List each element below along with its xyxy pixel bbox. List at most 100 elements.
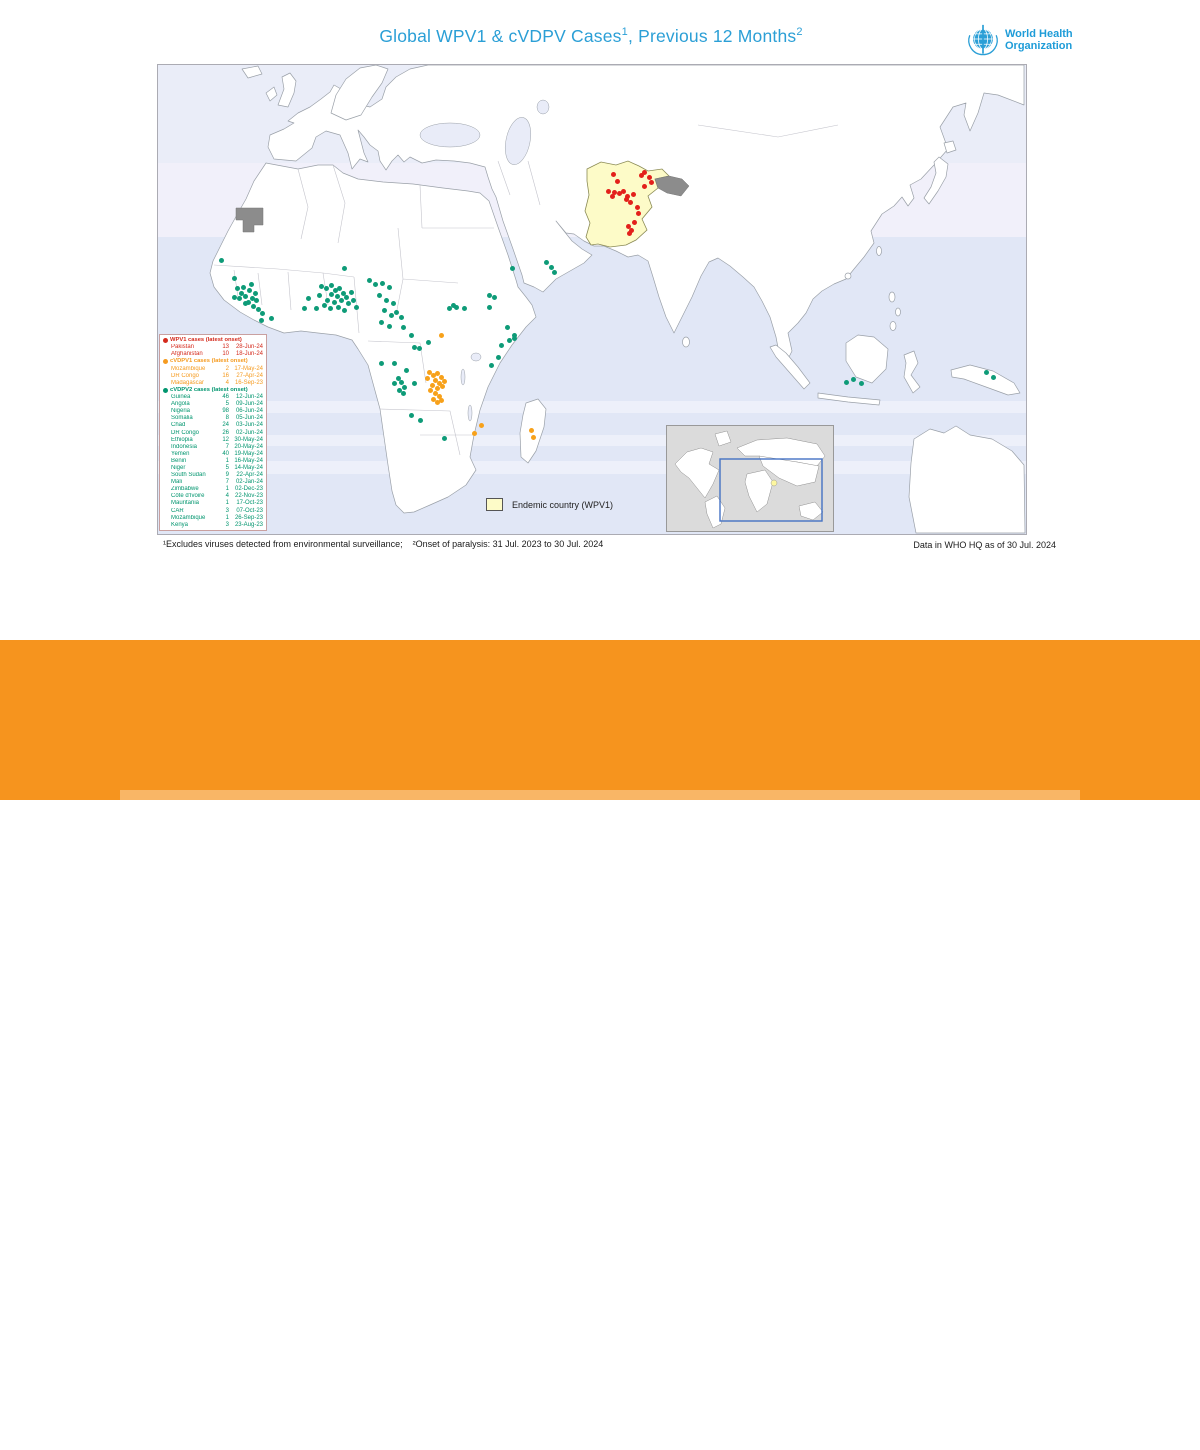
- case-dot-wpv1: [615, 179, 620, 184]
- case-dot-wpv1: [627, 231, 632, 236]
- legend-row: Afghanistan1018-Jun-24: [163, 351, 263, 358]
- case-dot-cvdpv2: [322, 303, 327, 308]
- case-dot-wpv1: [617, 191, 622, 196]
- case-dot-wpv1: [636, 211, 641, 216]
- case-dot-cvdpv2: [324, 286, 329, 291]
- legend-row: Kenya323-Aug-23: [163, 522, 263, 529]
- polio-logo-stack-line: INITIATIVE: [246, 1387, 340, 1406]
- case-dot-cvdpv2: [380, 281, 385, 286]
- case-dot-cvdpv2: [544, 260, 549, 265]
- case-dot-cvdpv2: [392, 361, 397, 366]
- who-logo-line2: Organization: [1005, 40, 1073, 52]
- case-dot-cvdpv2: [251, 304, 256, 309]
- polio-logo-stack: GLOBAL ERADICATION INITIATIVE: [238, 1346, 377, 1406]
- case-dot-cvdpv1: [479, 423, 484, 428]
- legend-row: Somalia805-Jun-24: [163, 415, 263, 422]
- case-dot-cvdpv2: [302, 306, 307, 311]
- case-dot-cvdpv2: [510, 266, 515, 271]
- case-dot-cvdpv2: [259, 318, 264, 323]
- case-dot-cvdpv2: [404, 368, 409, 373]
- case-dot-cvdpv2: [412, 381, 417, 386]
- case-dot-cvdpv2: [344, 295, 349, 300]
- case-dot-wpv1: [631, 192, 636, 197]
- case-dot-cvdpv2: [496, 355, 501, 360]
- case-dot-cvdpv1: [425, 376, 430, 381]
- polio-logo-stack-line: GLOBAL: [246, 1346, 340, 1365]
- case-dot-cvdpv2: [329, 283, 334, 288]
- legend-dot-icon: [163, 338, 168, 343]
- legend-dot-icon: [163, 359, 168, 364]
- polio-logo-word: POLIO: [128, 1346, 187, 1404]
- legend-row: South Sudan922-Apr-24: [163, 472, 263, 479]
- inset-locator-map: [666, 425, 834, 532]
- map-legend: WPV1 cases (latest onset)Pakistan1328-Ju…: [159, 334, 267, 531]
- case-dot-cvdpv1: [440, 384, 445, 389]
- legend-row: Mauritania117-Oct-23: [163, 500, 263, 507]
- case-dot-cvdpv2: [384, 298, 389, 303]
- case-dot-cvdpv2: [487, 293, 492, 298]
- case-dot-cvdpv2: [219, 258, 224, 263]
- case-dot-cvdpv2: [332, 300, 337, 305]
- legend-row: Côte d'Ivoire422-Nov-23: [163, 493, 263, 500]
- case-dot-cvdpv2: [336, 305, 341, 310]
- footer-address-line: Switzerland: [455, 1421, 670, 1441]
- world-map: WPV1 cases (latest onset)Pakistan1328-Ju…: [157, 64, 1027, 535]
- case-dot-cvdpv2: [328, 306, 333, 311]
- legend-row: Ethiopia1230-May-24: [163, 437, 263, 444]
- case-dot-cvdpv2: [247, 288, 252, 293]
- case-dot-cvdpv2: [387, 285, 392, 290]
- case-dot-cvdpv2: [249, 282, 254, 287]
- case-dot-cvdpv1: [430, 383, 435, 388]
- case-dot-cvdpv2: [389, 313, 394, 318]
- footer-link-sitemap[interactable]: SITEMAP: [770, 1421, 880, 1441]
- case-dot-wpv1: [642, 170, 647, 175]
- case-dot-cvdpv2: [325, 298, 330, 303]
- case-dot-cvdpv2: [552, 270, 557, 275]
- case-dot-cvdpv2: [387, 324, 392, 329]
- legend-row: Nigeria9806-Jun-24: [163, 408, 263, 415]
- footer-link-acronyms[interactable]: ACRONYMS: [770, 1382, 880, 1402]
- case-dot-cvdpv2: [507, 338, 512, 343]
- case-dot-wpv1: [635, 205, 640, 210]
- legend-row: CAR307-Oct-23: [163, 508, 263, 515]
- case-dot-cvdpv2: [339, 298, 344, 303]
- legend-row: Mozambique217-May-24: [163, 366, 263, 373]
- polio-logo[interactable]: POLIO GLOBAL ERADICATION INITIATIVE: [128, 1346, 377, 1408]
- case-dot-cvdpv2: [505, 325, 510, 330]
- case-dot-cvdpv2: [243, 294, 248, 299]
- case-dot-cvdpv2: [377, 293, 382, 298]
- case-dot-cvdpv2: [984, 370, 989, 375]
- footer-address: Global Polio Eradication InitiativeWorld…: [455, 1343, 670, 1441]
- case-dot-cvdpv2: [367, 278, 372, 283]
- case-dot-cvdpv2: [454, 305, 459, 310]
- legend-row: DR Congo1627-Apr-24: [163, 373, 263, 380]
- endemic-label: Endemic country (WPV1): [512, 500, 613, 510]
- footer-link-donate[interactable]: DONATE: [770, 1363, 880, 1383]
- polio-logo-stack-line: ERADICATION: [246, 1367, 340, 1386]
- case-dot-cvdpv2: [844, 380, 849, 385]
- case-dot-cvdpv2: [859, 381, 864, 386]
- legend-row: Pakistan1328-Jun-24: [163, 344, 263, 351]
- legend-row: Guinea4612-Jun-24: [163, 394, 263, 401]
- endemic-legend: Endemic country (WPV1): [486, 498, 613, 511]
- case-dot-cvdpv2: [232, 276, 237, 281]
- legend-row: Zimbabwe102-Dec-23: [163, 486, 263, 493]
- case-dot-cvdpv2: [512, 336, 517, 341]
- case-dot-cvdpv2: [253, 291, 258, 296]
- footer-address-line: Global Polio Eradication Initiative: [455, 1343, 670, 1363]
- footer-link-vacancies[interactable]: VACANCIES: [770, 1343, 880, 1363]
- legend-dot-icon: [163, 388, 168, 393]
- legend-section-label: cVDPV1 cases (latest onset): [170, 358, 248, 365]
- footer-link-terms-of-use[interactable]: TERMS OF USE: [770, 1402, 880, 1422]
- case-dot-cvdpv2: [418, 418, 423, 423]
- case-dot-wpv1: [628, 200, 633, 205]
- case-dot-cvdpv1: [529, 428, 534, 433]
- legend-row: Yemen4019-May-24: [163, 451, 263, 458]
- legend-row: Angola509-Jun-24: [163, 401, 263, 408]
- case-dot-cvdpv2: [391, 301, 396, 306]
- case-dot-wpv1: [606, 189, 611, 194]
- case-dot-cvdpv2: [260, 311, 265, 316]
- case-dot-cvdpv2: [337, 286, 342, 291]
- case-dot-cvdpv2: [243, 301, 248, 306]
- case-dot-cvdpv2: [317, 293, 322, 298]
